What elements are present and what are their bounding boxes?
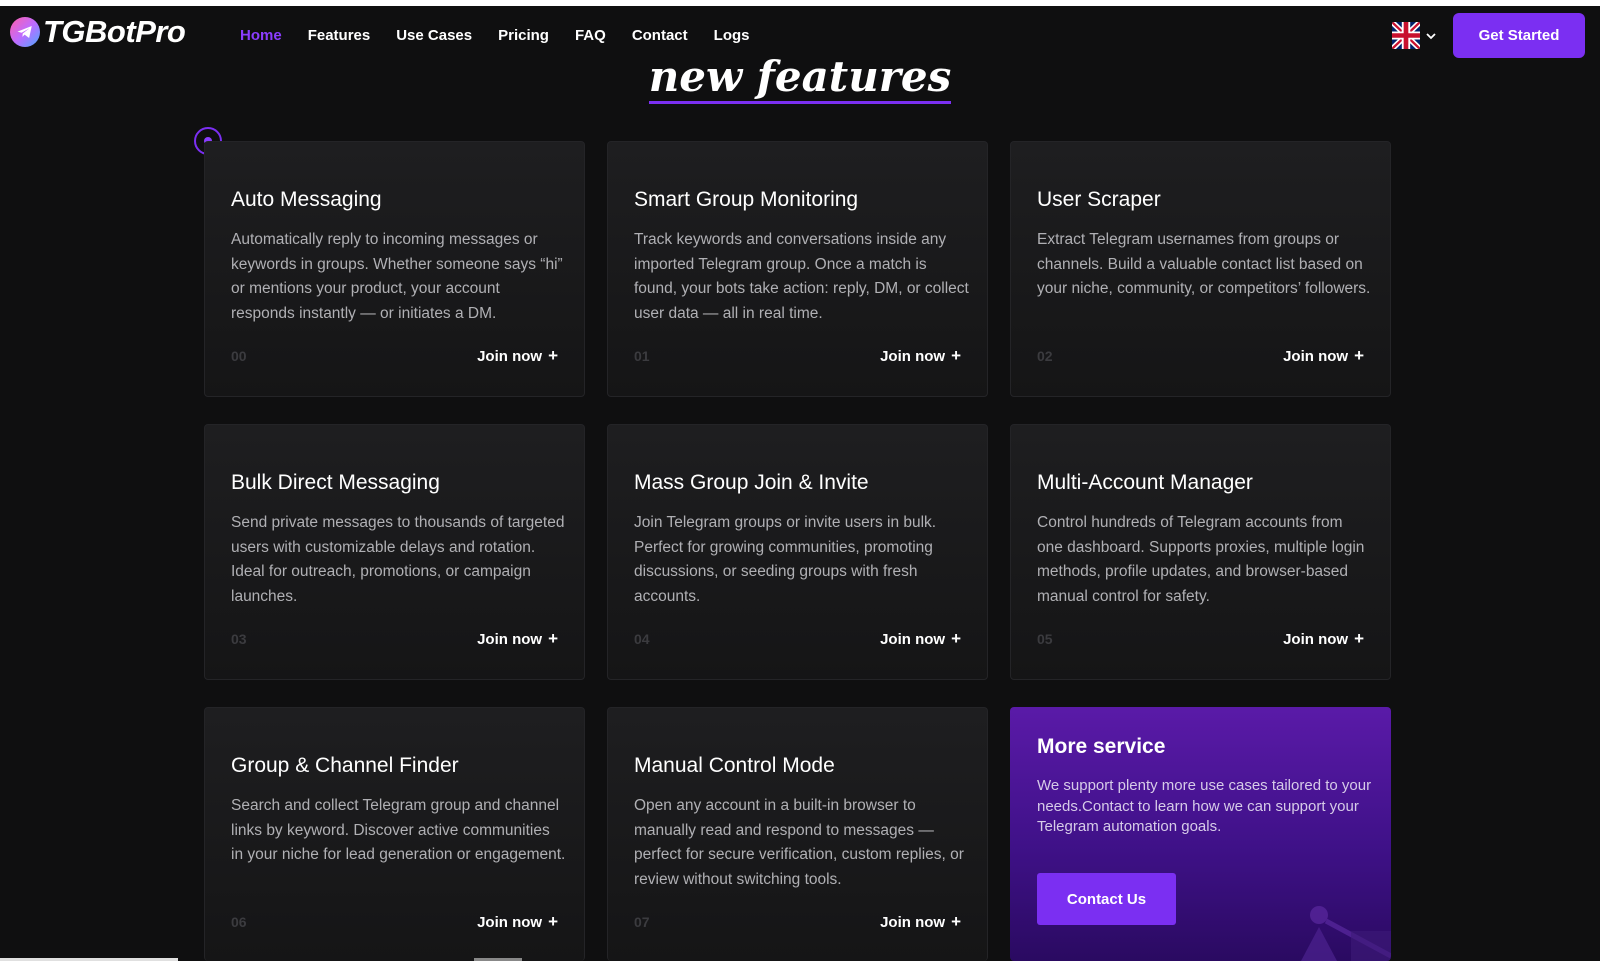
plus-icon: + bbox=[548, 912, 558, 931]
feature-card: Bulk Direct Messaging Send private messa… bbox=[204, 424, 585, 680]
card-title: Auto Messaging bbox=[231, 188, 382, 211]
nav-pricing[interactable]: Pricing bbox=[498, 27, 549, 44]
join-now-link[interactable]: Join now + bbox=[880, 629, 961, 649]
telegram-logo-icon bbox=[10, 17, 40, 47]
join-now-link[interactable]: Join now + bbox=[477, 629, 558, 649]
card-description: Join Telegram groups or invite users in … bbox=[634, 514, 937, 605]
card-number: 05 bbox=[1037, 631, 1053, 647]
plus-icon: + bbox=[1354, 629, 1364, 648]
chevron-down-icon bbox=[1426, 32, 1436, 39]
feature-card: Group & Channel Finder Search and collec… bbox=[204, 707, 585, 961]
card-title: Group & Channel Finder bbox=[231, 754, 459, 777]
card-description: Control hundreds of Telegram accounts fr… bbox=[1037, 514, 1365, 605]
card-title: Multi-Account Manager bbox=[1037, 471, 1253, 494]
feature-card: Mass Group Join & Invite Join Telegram g… bbox=[607, 424, 988, 680]
section-heading: new features bbox=[0, 52, 1600, 104]
plus-icon: + bbox=[951, 629, 961, 648]
card-title: Manual Control Mode bbox=[634, 754, 835, 777]
card-description: Track keywords and conversations inside … bbox=[634, 231, 969, 322]
more-service-title: More service bbox=[1037, 735, 1166, 758]
uk-flag-icon bbox=[1392, 22, 1420, 49]
card-description: Automatically reply to incoming messages… bbox=[231, 231, 563, 322]
join-now-link[interactable]: Join now + bbox=[880, 346, 961, 366]
decorative-illustration-icon bbox=[1301, 906, 1391, 961]
section-heading-text: new features bbox=[648, 52, 952, 104]
nav-features[interactable]: Features bbox=[308, 27, 371, 44]
feature-card: Manual Control Mode Open any account in … bbox=[607, 707, 988, 961]
card-title: User Scraper bbox=[1037, 188, 1161, 211]
nav-use-cases[interactable]: Use Cases bbox=[396, 27, 472, 44]
more-service-card: More service We support plenty more use … bbox=[1010, 707, 1391, 961]
card-number: 04 bbox=[634, 631, 650, 647]
plus-icon: + bbox=[951, 912, 961, 931]
card-title: Mass Group Join & Invite bbox=[634, 471, 869, 494]
plus-icon: + bbox=[951, 346, 961, 365]
plus-icon: + bbox=[1354, 346, 1364, 365]
card-number: 03 bbox=[231, 631, 247, 647]
card-number: 07 bbox=[634, 914, 650, 930]
nav-logs[interactable]: Logs bbox=[714, 27, 750, 44]
card-number: 02 bbox=[1037, 348, 1053, 364]
card-description: Open any account in a built-in browser t… bbox=[634, 797, 964, 888]
plus-icon: + bbox=[548, 346, 558, 365]
nav-faq[interactable]: FAQ bbox=[575, 27, 606, 44]
feature-card: Auto Messaging Automatically reply to in… bbox=[204, 141, 585, 397]
card-description: Extract Telegram usernames from groups o… bbox=[1037, 231, 1371, 297]
more-service-description: We support plenty more use cases tailore… bbox=[1037, 777, 1372, 835]
feature-card: Multi-Account Manager Control hundreds o… bbox=[1010, 424, 1391, 680]
plus-icon: + bbox=[548, 629, 558, 648]
brand-name: TGBotPro bbox=[43, 14, 186, 49]
brand-logo[interactable]: TGBotPro bbox=[10, 14, 186, 50]
join-now-link[interactable]: Join now + bbox=[1283, 346, 1364, 366]
contact-us-button[interactable]: Contact Us bbox=[1037, 873, 1176, 925]
card-number: 00 bbox=[231, 348, 247, 364]
nav-home[interactable]: Home bbox=[240, 27, 282, 44]
card-number: 01 bbox=[634, 348, 650, 364]
feature-card: Smart Group Monitoring Track keywords an… bbox=[607, 141, 988, 397]
language-selector[interactable] bbox=[1392, 22, 1436, 49]
card-number: 06 bbox=[231, 914, 247, 930]
join-now-link[interactable]: Join now + bbox=[477, 912, 558, 932]
nav-contact[interactable]: Contact bbox=[632, 27, 688, 44]
card-title: Smart Group Monitoring bbox=[634, 188, 859, 211]
feature-card: User Scraper Extract Telegram usernames … bbox=[1010, 141, 1391, 397]
join-now-link[interactable]: Join now + bbox=[477, 346, 558, 366]
join-now-link[interactable]: Join now + bbox=[880, 912, 961, 932]
card-description: Search and collect Telegram group and ch… bbox=[231, 797, 566, 863]
join-now-link[interactable]: Join now + bbox=[1283, 629, 1364, 649]
card-title: Bulk Direct Messaging bbox=[231, 471, 440, 494]
card-description: Send private messages to thousands of ta… bbox=[231, 514, 565, 605]
